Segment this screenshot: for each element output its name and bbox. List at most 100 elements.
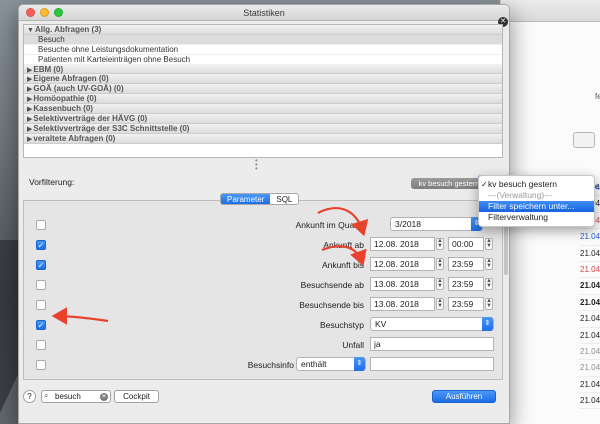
visit-type-select[interactable]: KV ⇕	[370, 317, 494, 331]
query-group-label: GOÄ (auch UV-GOÄ) (0)	[33, 84, 124, 94]
param-row-visit-end-from: Besuchsende ab 13.08. 2018 ▲ ▼ 23:59 ▲ ▼	[24, 275, 494, 295]
visit-end-to-label: Besuchsende bis	[299, 300, 364, 310]
arrival-from-date-stepper[interactable]: ▲ ▼	[436, 238, 444, 250]
query-group[interactable]: ▶Eigene Abfragen (0)	[24, 74, 502, 85]
disclosure-closed-icon[interactable]: ▶	[27, 76, 32, 83]
minimize-window-button[interactable]	[40, 8, 49, 17]
arrival-to-time-field[interactable]: 23:59	[448, 257, 484, 271]
query-group-label: Homöopathie (0)	[33, 94, 97, 104]
prefilter-menu-item-label: kv besuch gestern	[488, 179, 557, 189]
quarter-value: 3/2018	[395, 219, 421, 229]
background-date-cell: 21.04.	[579, 311, 600, 328]
arrival-from-checkbox[interactable]: ✓	[36, 240, 46, 250]
disclosure-closed-icon[interactable]: ▶	[27, 116, 32, 123]
search-icon: ⌕	[44, 391, 49, 400]
background-date-cell: 21.04.	[579, 246, 600, 262]
param-row-visit-end-to: Besuchsende bis 13.08. 2018 ▲ ▼ 23:59 ▲ ▼	[24, 295, 494, 315]
window-titlebar: Statistiken	[19, 5, 509, 21]
query-group-label: Eigene Abfragen (0)	[33, 74, 109, 84]
arrival-from-date-field[interactable]: 12.08. 2018	[370, 237, 435, 251]
visit-end-from-time-stepper[interactable]: ▲ ▼	[485, 278, 493, 290]
visit-info-checkbox[interactable]	[36, 360, 46, 370]
background-date-cell: 21.04.	[579, 328, 600, 344]
visit-info-operator-select[interactable]: enthält ⇕	[296, 357, 366, 371]
param-row-visit-info: Besuchsinfo enthält ⇕	[24, 355, 494, 375]
prefilter-label: Vorfilterung:	[29, 177, 75, 187]
query-group[interactable]: ▶Selektivverträge der S3C Schnittstelle …	[24, 123, 502, 134]
quarter-checkbox[interactable]	[36, 220, 46, 230]
disclosure-closed-icon[interactable]: ▶	[27, 136, 32, 143]
close-window-button[interactable]	[26, 8, 35, 17]
arrival-to-label: Ankunft bis	[321, 260, 364, 270]
arrival-to-date-stepper[interactable]: ▲ ▼	[436, 258, 444, 270]
visit-info-text-field[interactable]	[370, 357, 494, 371]
visit-end-from-date-field[interactable]: 13.08. 2018	[370, 277, 435, 291]
prefilter-menu: ✓ kv besuch gestern ---(Verwaltung)--- Filt…	[478, 175, 595, 227]
query-item[interactable]: Patienten mit Karteieinträgen ohne Besuc…	[24, 55, 502, 65]
visit-type-checkbox[interactable]: ✓	[36, 320, 46, 330]
query-group[interactable]: ▼Allg. Abfragen (3)	[24, 25, 502, 35]
visit-end-to-checkbox[interactable]	[36, 300, 46, 310]
query-item[interactable]: Besuch	[24, 34, 502, 45]
visit-end-to-time-stepper[interactable]: ▲ ▼	[485, 298, 493, 310]
prefilter-menu-item[interactable]: Filterverwaltung	[479, 212, 594, 223]
query-group[interactable]: ▶Selektivverträge der HÄVG (0)	[24, 114, 502, 124]
tab-sql[interactable]: SQL	[270, 194, 299, 204]
visit-end-from-label: Besuchsende ab	[300, 280, 364, 290]
accident-checkbox[interactable]	[36, 340, 46, 350]
run-button[interactable]: Ausführen	[432, 390, 496, 403]
prefilter-menu-item[interactable]: ✓ kv besuch gestern	[479, 179, 594, 190]
query-group[interactable]: ▶Homöopathie (0)	[24, 94, 502, 105]
arrival-to-date-field[interactable]: 12.08. 2018	[370, 257, 435, 271]
disclosure-closed-icon[interactable]: ▶	[27, 67, 32, 74]
visit-end-to-time-field[interactable]: 23:59	[448, 297, 484, 311]
query-list: ▼Allg. Abfragen (3) Besuch Besuche ohne Le…	[23, 24, 503, 158]
query-group-label: Allg. Abfragen (3)	[34, 25, 102, 34]
visit-end-to-date-stepper[interactable]: ▲ ▼	[436, 298, 444, 310]
quarter-select[interactable]: 3/2018 ⇕	[390, 217, 483, 231]
query-group[interactable]: ▶Kassenbuch (0)	[24, 104, 502, 115]
visit-end-from-checkbox[interactable]	[36, 280, 46, 290]
cockpit-button[interactable]: Cockpit	[114, 390, 159, 403]
tab-parameter[interactable]: Parameter	[221, 194, 271, 204]
param-row-quarter: Ankunft im Quartal 3/2018 ⇕	[24, 215, 494, 235]
visit-end-from-date-stepper[interactable]: ▲ ▼	[436, 278, 444, 290]
arrival-to-time-stepper[interactable]: ▲ ▼	[485, 258, 493, 270]
disclosure-open-icon[interactable]: ▼	[27, 27, 34, 34]
query-group-label: Selektivverträge der HÄVG (0)	[33, 114, 148, 124]
param-row-visit-type: ✓ Besuchstyp KV ⇕	[24, 315, 494, 335]
background-date-cell: 21.04.	[579, 262, 600, 279]
prefilter-menu-item: ---(Verwaltung)---	[479, 190, 594, 201]
query-group-label: Selektivverträge der S3C Schnittstelle (…	[33, 123, 190, 133]
checkmark-icon: ✓	[481, 180, 488, 189]
arrival-from-time-field[interactable]: 00:00	[448, 237, 484, 251]
disclosure-closed-icon[interactable]: ▶	[27, 126, 32, 133]
accident-field[interactable]: ja	[370, 337, 494, 351]
query-group[interactable]: ▶GOÄ (auch UV-GOÄ) (0)	[24, 84, 502, 95]
visit-type-value: KV	[375, 319, 387, 329]
prefilter-menu-item-label: Filter speichern unter...	[488, 201, 575, 211]
disclosure-closed-icon[interactable]: ▶	[27, 96, 32, 103]
visit-end-to-date-field[interactable]: 13.08. 2018	[370, 297, 435, 311]
visit-info-operator-chevron-icon: ⇕	[354, 357, 365, 371]
prefilter-menu-item[interactable]: Filter speichern unter...	[479, 201, 594, 212]
arrival-to-checkbox[interactable]: ✓	[36, 260, 46, 270]
search-value: besuch	[55, 392, 81, 401]
zoom-window-button[interactable]	[54, 8, 63, 17]
arrival-from-time-stepper[interactable]: ▲ ▼	[485, 238, 493, 250]
query-group[interactable]: ▶EBM (0)	[24, 64, 502, 75]
background-toolbar-button[interactable]	[573, 132, 595, 148]
split-grip-icon[interactable]: • • •	[255, 157, 258, 173]
prefilter-preset-button[interactable]: kv besuch gestern	[411, 178, 487, 189]
background-header-fragment: fe	[595, 92, 600, 101]
clear-search-icon[interactable]: ✕	[100, 393, 108, 401]
disclosure-closed-icon[interactable]: ▶	[27, 86, 32, 93]
accident-label: Unfall	[342, 340, 364, 350]
query-item[interactable]: Besuche ohne Leistungsdokumentation	[24, 45, 502, 55]
query-group[interactable]: ▶veraltete Abfragen (0)	[24, 133, 502, 144]
background-date-cell: 21.04.	[579, 278, 600, 295]
help-button[interactable]: ?	[23, 390, 36, 403]
search-field[interactable]: ⌕ besuch ✕	[41, 390, 111, 403]
disclosure-closed-icon[interactable]: ▶	[27, 106, 32, 113]
visit-end-from-time-field[interactable]: 23:59	[448, 277, 484, 291]
